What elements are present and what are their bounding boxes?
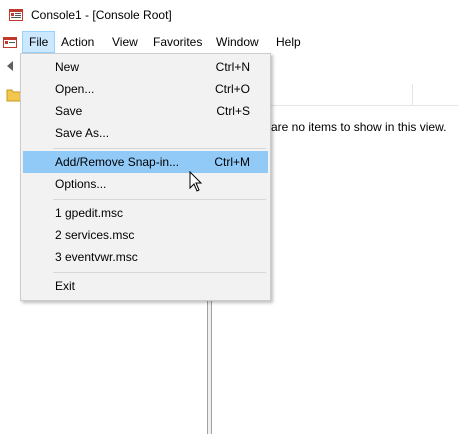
menu-item-label: 3 eventvwr.msc — [55, 250, 138, 264]
menu-item-shortcut: Ctrl+M — [214, 155, 250, 169]
menu-item-recent-services[interactable]: 2 services.msc — [23, 224, 268, 246]
menu-help[interactable]: Help — [270, 31, 307, 53]
menu-view[interactable]: View — [106, 31, 144, 53]
menu-bar: File Action View Favorites Window Help — [0, 31, 458, 53]
menu-item-save-as[interactable]: Save As... — [23, 122, 268, 144]
menu-item-label: 1 gpedit.msc — [55, 206, 124, 220]
menu-separator — [53, 272, 266, 273]
menu-item-label: Save — [55, 104, 83, 118]
menu-item-shortcut: Ctrl+S — [216, 104, 250, 118]
menu-item-options[interactable]: Options... — [23, 173, 268, 195]
menu-separator — [53, 199, 266, 200]
menu-item-label: New — [55, 60, 80, 74]
menu-item-shortcut: Ctrl+N — [215, 60, 250, 74]
menu-item-new[interactable]: New Ctrl+N — [23, 56, 268, 78]
empty-view-message: are no items to show in this view. — [271, 120, 447, 134]
menu-file[interactable]: File — [22, 31, 56, 53]
back-arrow-icon[interactable] — [4, 59, 18, 73]
menu-item-save[interactable]: Save Ctrl+S — [23, 100, 268, 122]
menu-item-label: Options... — [55, 177, 107, 191]
mouse-pointer-icon — [189, 171, 203, 192]
window-title: Console1 - [Console Root] — [31, 8, 172, 22]
menu-item-exit[interactable]: Exit — [23, 275, 268, 297]
menu-item-label: Save As... — [55, 126, 110, 140]
menu-action[interactable]: Action — [55, 31, 100, 53]
menu-item-label: Open... — [55, 82, 95, 96]
menu-favorites[interactable]: Favorites — [147, 31, 208, 53]
menu-window[interactable]: Window — [210, 31, 265, 53]
menu-item-open[interactable]: Open... Ctrl+O — [23, 78, 268, 100]
menu-item-label: Exit — [55, 279, 76, 293]
file-menu-dropdown: New Ctrl+N Open... Ctrl+O Save Ctrl+S Sa… — [20, 53, 271, 301]
menu-item-recent-gpedit[interactable]: 1 gpedit.msc — [23, 202, 268, 224]
mmc-app-icon[interactable] — [8, 7, 24, 23]
menu-item-recent-eventvwr[interactable]: 3 eventvwr.msc — [23, 246, 268, 268]
menu-item-add-remove-snap-in[interactable]: Add/Remove Snap-in... Ctrl+M — [23, 151, 268, 173]
menu-item-label: Add/Remove Snap-in... — [55, 155, 180, 169]
menu-item-shortcut: Ctrl+O — [214, 82, 250, 96]
console-doc-icon[interactable] — [2, 34, 18, 50]
menu-item-label: 2 services.msc — [55, 228, 135, 242]
title-bar: Console1 - [Console Root] — [0, 0, 458, 31]
menu-separator — [53, 148, 266, 149]
column-divider[interactable] — [412, 84, 413, 106]
